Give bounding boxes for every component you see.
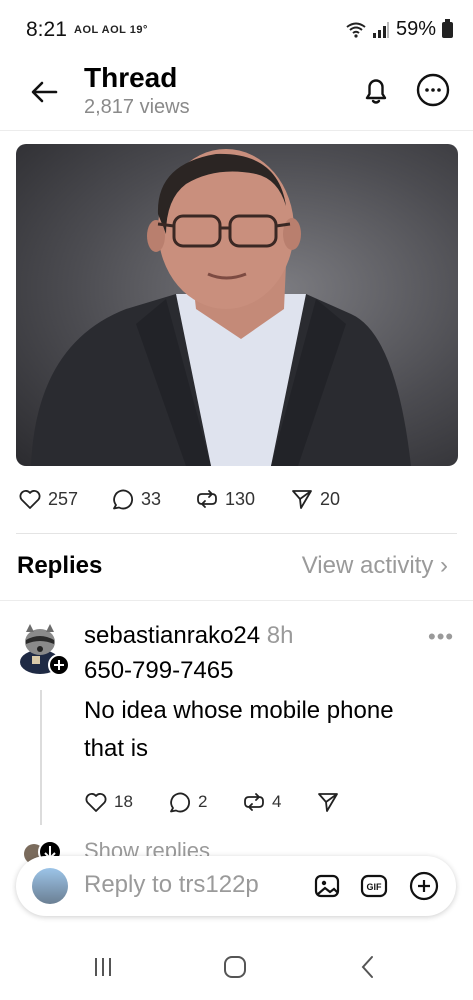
chevron-right-icon: ›	[440, 552, 448, 579]
comment-action[interactable]: 33	[111, 487, 161, 511]
comment-icon	[170, 792, 190, 813]
thread-header: Thread 2,817 views	[0, 60, 473, 131]
avatar	[32, 868, 68, 904]
username[interactable]: sebastianrako24	[84, 622, 260, 649]
send-icon	[318, 793, 338, 812]
battery-percent: 59%	[395, 18, 436, 40]
status-right: 59%	[346, 18, 453, 41]
recent-apps-icon[interactable]	[90, 954, 116, 980]
repost-icon	[244, 793, 264, 811]
view-count: 2,817 views	[84, 96, 190, 118]
reply-text-line: 650-799-7465	[84, 657, 234, 684]
reply-text-line: that is	[84, 735, 149, 762]
more-options-icon[interactable]	[415, 72, 451, 108]
heart-icon	[85, 793, 107, 812]
divider	[16, 533, 457, 534]
like-action[interactable]: 257	[18, 487, 78, 511]
thread-connector-line	[40, 690, 42, 825]
status-time: 8:21	[26, 18, 67, 41]
status-bar: 8:21 AOL AOL 19° 59%	[0, 0, 473, 60]
system-nav-bar	[0, 930, 473, 1000]
follow-plus-icon[interactable]	[48, 654, 70, 676]
gif-icon[interactable]: GIF	[358, 870, 390, 902]
reply-more-icon[interactable]: •••	[428, 624, 454, 650]
man-portrait-illustration	[31, 149, 411, 466]
heart-icon	[19, 490, 41, 509]
like-count: 18	[114, 792, 133, 811]
share-count: 20	[320, 488, 341, 509]
signal-icon	[372, 21, 389, 38]
timestamp: 8h	[266, 622, 294, 649]
reply-composer[interactable]: Reply to trs122p GIF	[16, 856, 456, 916]
replies-heading: Replies	[17, 552, 103, 579]
image-icon[interactable]	[312, 870, 344, 902]
repost-count: 4	[272, 792, 282, 811]
send-icon	[292, 490, 312, 509]
home-icon[interactable]	[222, 954, 248, 980]
post-image[interactable]	[16, 144, 458, 466]
view-activity-link[interactable]: View activity ›	[302, 552, 448, 580]
divider	[0, 600, 473, 601]
repost-icon	[197, 490, 217, 508]
page-title: Thread	[84, 62, 178, 93]
reply-author[interactable]: sebastianrako24 8h	[84, 622, 294, 650]
avatar[interactable]	[18, 622, 70, 676]
bell-icon[interactable]	[358, 72, 394, 108]
battery-icon	[442, 18, 453, 38]
comment-count: 2	[198, 792, 208, 811]
back-arrow-icon[interactable]	[26, 74, 62, 110]
comment-icon	[113, 489, 133, 510]
reply-repost-action[interactable]: 4	[242, 790, 281, 814]
back-icon[interactable]	[355, 954, 381, 980]
share-action[interactable]: 20	[290, 487, 340, 511]
repost-count: 130	[225, 488, 256, 509]
reply-like-action[interactable]: 18	[84, 790, 133, 814]
reply-comment-action[interactable]: 2	[168, 790, 207, 814]
reply-share-action[interactable]	[316, 790, 340, 814]
status-carriers: AOL AOL 19°	[74, 24, 148, 36]
reply-text-line: No idea whose mobile phone	[84, 697, 394, 724]
add-circle-icon[interactable]	[408, 870, 440, 902]
svg-text:GIF: GIF	[367, 882, 383, 892]
wifi-icon	[346, 22, 366, 38]
repost-action[interactable]: 130	[195, 487, 255, 511]
comment-count: 33	[141, 488, 162, 509]
reply-input-placeholder[interactable]: Reply to trs122p	[84, 871, 259, 899]
view-activity-label: View activity	[301, 552, 434, 579]
like-count: 257	[48, 488, 79, 509]
